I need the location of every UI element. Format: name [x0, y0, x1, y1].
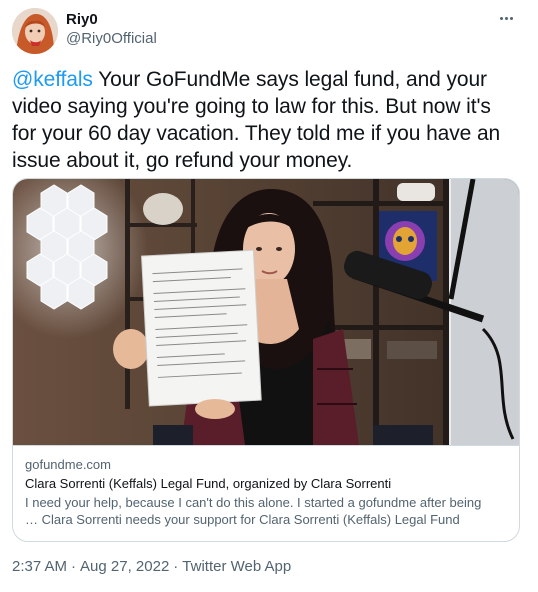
- mention-link[interactable]: @keffals: [12, 68, 93, 91]
- avatar[interactable]: [12, 8, 58, 54]
- more-dot: [509, 16, 513, 20]
- tweet-source[interactable]: Twitter Web App: [182, 558, 291, 575]
- more-horizontal-icon: [499, 16, 503, 20]
- tweet-text: @keffals Your GoFundMe says legal fund, …: [12, 66, 512, 174]
- card-image[interactable]: [13, 179, 519, 445]
- card-photo: [13, 179, 519, 445]
- author-handle[interactable]: @Riy0Official: [66, 30, 157, 48]
- meta-separator: ·: [71, 558, 77, 575]
- link-card[interactable]: gofundme.com Clara Sorrenti (Keffals) Le…: [12, 178, 520, 542]
- author-name[interactable]: Riy0: [66, 11, 98, 29]
- avatar-image: [12, 8, 58, 54]
- card-title: Clara Sorrenti (Keffals) Legal Fund, org…: [25, 476, 392, 491]
- card-description-line-1: I need your help, because I can't do thi…: [25, 495, 482, 510]
- card-description-line-2: … Clara Sorrenti needs your support for …: [25, 512, 460, 527]
- card-body[interactable]: gofundme.com Clara Sorrenti (Keffals) Le…: [13, 445, 519, 541]
- tweet: Riy0 @Riy0Official @keffals Your GoFundM…: [0, 0, 538, 592]
- tweet-meta: 2:37 AM · Aug 27, 2022 · Twitter Web App: [12, 558, 291, 576]
- tweet-time[interactable]: 2:37 AM: [12, 558, 67, 575]
- meta-separator-2: ·: [173, 558, 179, 575]
- card-domain: gofundme.com: [25, 457, 111, 472]
- tweet-date[interactable]: Aug 27, 2022: [80, 558, 169, 575]
- more-dot: [504, 16, 508, 20]
- more-options-button[interactable]: [492, 8, 520, 28]
